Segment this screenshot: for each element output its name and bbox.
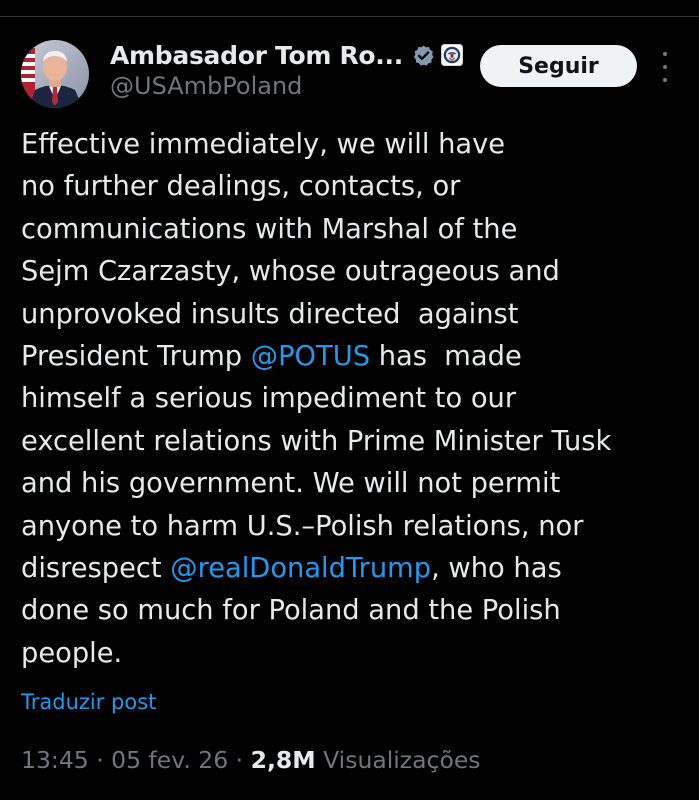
follow-button[interactable]: Seguir [480,45,637,87]
author-display-name[interactable]: Ambasador Tom Ro... [110,41,403,70]
translate-post-link[interactable]: Traduzir post [21,690,156,714]
tweet-line: Effective immediately, we will have [21,124,691,166]
tweet-text-segment: , who has [431,553,562,585]
mention-link[interactable]: @realDonaldTrump [170,553,431,584]
tweet-time[interactable]: 13:45 [21,746,89,774]
tweet-line: no further dealings, contacts, or [21,166,691,208]
more-dot [663,65,667,69]
tweet-text-segment: communications with Marshal of the [21,213,518,245]
meta-separator: · [228,746,251,774]
avatar[interactable] [21,40,89,108]
tweet-text-segment: no further dealings, contacts, or [21,171,461,203]
tweet-line: Sejm Czarzasty, whose outrageous and [21,251,691,293]
more-dot [663,52,667,56]
verified-check-icon[interactable] [412,44,435,67]
tweet-line: people. [21,633,691,675]
tweet-line: unprovoked insults directed against [21,294,691,336]
mention-link[interactable]: @POTUS [251,341,370,372]
tweet-text-segment: has made [370,341,522,373]
tweet-line: and his government. We will not permit [21,463,691,505]
us-department-of-state-seal-icon[interactable] [440,44,463,66]
tweet-line: excellent relations with Prime Minister … [21,421,691,463]
tweet-date[interactable]: 05 fev. 26 [111,746,228,774]
tweet-line: done so much for Poland and the Polish [21,590,691,632]
tweet-text-segment: Effective immediately, we will have [21,129,506,160]
tweet-text-segment: himself a serious impediment to our [21,383,517,415]
top-divider [0,16,699,17]
more-dot [663,78,667,82]
tweet-text-segment: and his government. We will not permit [21,468,561,500]
more-vertical-icon[interactable] [656,52,674,82]
tweet-line: himself a serious impediment to our [21,378,691,420]
tweet-text-segment: President Trump [21,341,251,373]
author-name-row: Ambasador Tom Ro... [110,38,463,72]
tweet-line: communications with Marshal of the [21,209,691,251]
meta-separator: · [88,746,112,774]
tweet-line: anyone to harm U.S.–Polish relations, no… [21,506,691,548]
views-label: Visualizações [323,746,481,774]
views-count: 2,8M [250,746,316,774]
tweet-text-segment: excellent relations with Prime Minister … [21,425,612,457]
tweet-text-segment: anyone to harm U.S.–Polish relations, no… [21,510,584,542]
tweet-text-segment: Sejm Czarzasty, whose outrageous and [21,256,560,288]
tweet-line: President Trump @POTUS has made [21,336,691,378]
tweet-text-segment: done so much for Poland and the Polish [21,595,561,627]
tweet-text-segment: disrespect [21,553,171,585]
tweet-line: disrespect @realDonaldTrump, who has [21,548,691,590]
tweet-meta: 13:45 · 05 fev. 26 · 2,8M Visualizações [21,746,481,774]
author-handle[interactable]: @USAmbPoland [110,72,302,100]
tweet-text: Effective immediately, we will have no fu… [21,124,691,675]
tweet-text-segment: people. [21,637,123,669]
tweet-text-segment: unprovoked insults directed against [21,298,519,330]
